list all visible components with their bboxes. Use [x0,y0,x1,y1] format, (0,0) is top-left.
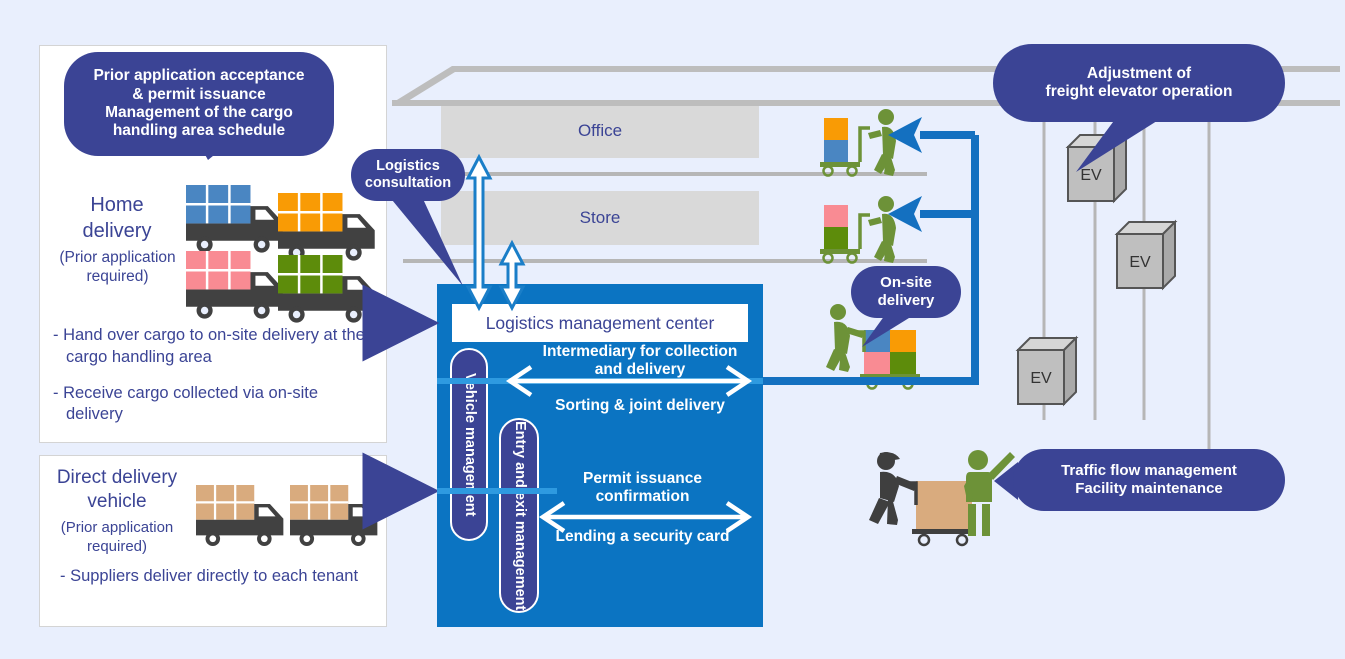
direct-delivery-bullets: - Suppliers deliver directly to each ten… [60,566,380,588]
worker-traffic-guide [964,450,1015,536]
floor-label-store: Store [579,208,621,227]
diagram-canvas: EV EV EV Home delivery (Prior applicatio… [0,0,1345,659]
flow-label-sorting: Sorting & joint delivery [555,397,725,414]
home-delivery-subtitle: (Prior application required) [59,249,176,286]
bubble-logistics-consultation: Logistics consultation [351,149,465,201]
svg-text:EV: EV [1129,254,1151,271]
bubble-freight-elevator: Adjustment of freight elevator operation [993,44,1285,122]
floor-label-office: Office [577,121,623,140]
worker-handcart-dark [869,452,974,547]
flow-label-permit: Permit issuance confirmation [583,470,702,505]
floor-band-store: Store [441,191,759,245]
onsite-delivery-route [763,131,979,385]
onsite-delivery-arrowheads [888,117,922,232]
worker-cart-store [820,196,896,264]
bubble-traffic-flow: Traffic flow management Facility mainten… [1013,449,1285,511]
ev-cabin-1: EV [1065,132,1129,204]
bubble-onsite-delivery: On-site delivery [851,266,961,318]
bullet-item: - Suppliers deliver directly to each ten… [60,567,359,585]
home-delivery-title: Home delivery [82,194,152,242]
home-delivery-bullets: - Hand over cargo to on-site delivery at… [53,325,378,440]
pill-entry-exit-management: Entry and exit management [499,418,539,613]
flow-label-lending: Lending a security card [555,528,730,545]
logistics-management-center-heading: Logistics management center [452,304,748,342]
ev-cabin-3: EV [1015,335,1079,407]
direct-delivery-title: Direct delivery vehicle [56,467,178,513]
elevator-shaft-lines [1042,72,1211,455]
svg-text:EV: EV [1030,370,1052,387]
floor-band-office: Office [441,104,759,158]
flow-label-intermediary: Intermediary for collection and delivery [542,343,738,378]
pill-vehicle-management: Vehicle management [450,348,488,541]
tail-freight-elevator [1076,114,1168,172]
direct-delivery-subtitle: (Prior application required) [60,519,174,555]
incoming-arrows [362,284,440,530]
bullet-item: - Receive cargo collected via on-site de… [53,383,319,424]
ev-cabin-2: EV [1114,219,1178,291]
bullet-item: - Hand over cargo to on-site delivery at… [53,326,365,366]
worker-cart-office [820,109,896,177]
bubble-prior-application: Prior application acceptance & permit is… [64,52,334,156]
svg-text:EV: EV [1080,167,1102,184]
